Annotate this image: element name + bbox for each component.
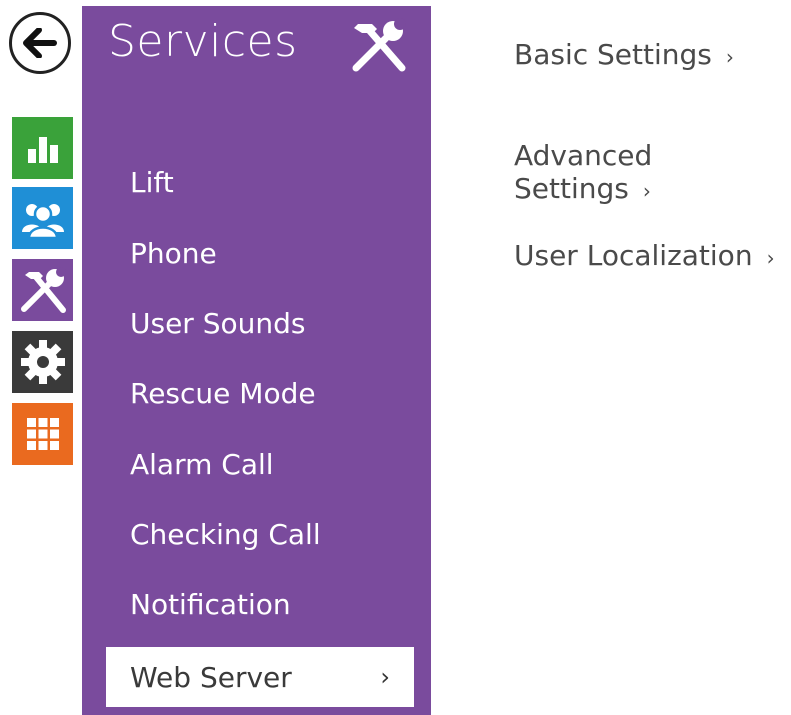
rail-item-system[interactable]: [12, 403, 73, 465]
rail-item-hardware[interactable]: [12, 331, 73, 393]
rail-item-status[interactable]: [12, 117, 73, 179]
menu-item-lift[interactable]: Lift: [130, 166, 174, 199]
link-basic-settings[interactable]: Basic Settings ›: [514, 38, 734, 71]
menu-item-web-server[interactable]: Web Server ›: [106, 647, 414, 707]
menu-item-label: Web Server: [130, 660, 292, 694]
rail-item-services[interactable]: [12, 259, 73, 321]
link-advanced-settings[interactable]: Advanced Settings ›: [514, 139, 791, 205]
rail-item-directory[interactable]: [12, 187, 73, 249]
chevron-right-icon: ›: [642, 179, 651, 203]
link-label: Basic Settings: [514, 38, 712, 71]
bar-chart-icon: [27, 137, 58, 163]
menu-item-rescue-mode[interactable]: Rescue Mode: [130, 377, 316, 410]
grid-icon: [26, 418, 59, 450]
services-panel: Services Lift Phone User Sounds Rescue M…: [82, 6, 431, 715]
tools-icon: [20, 267, 66, 313]
chevron-right-icon: ›: [766, 246, 775, 270]
menu-item-alarm-call[interactable]: Alarm Call: [130, 448, 274, 481]
tools-icon: [350, 18, 408, 78]
users-icon: [21, 204, 64, 238]
link-label: User Localization: [514, 239, 753, 272]
menu-item-phone[interactable]: Phone: [130, 237, 217, 270]
gear-icon: [20, 340, 65, 384]
menu-item-checking-call[interactable]: Checking Call: [130, 518, 321, 551]
chevron-right-icon: ›: [380, 663, 390, 691]
menu-item-notification[interactable]: Notification: [130, 588, 291, 621]
chevron-right-icon: ›: [725, 45, 734, 69]
arrow-left-icon: [23, 28, 57, 58]
back-button[interactable]: [9, 12, 71, 74]
link-user-localization[interactable]: User Localization ›: [514, 239, 775, 272]
link-label: Advanced Settings: [514, 139, 653, 205]
menu-item-user-sounds[interactable]: User Sounds: [130, 307, 305, 340]
panel-title: Services: [108, 16, 298, 67]
